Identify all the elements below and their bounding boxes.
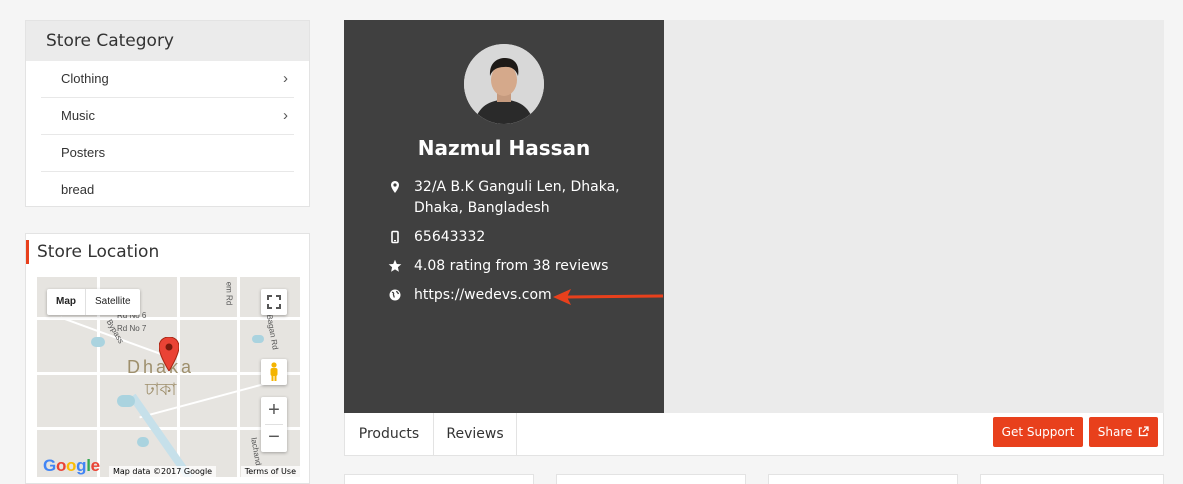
fullscreen-button[interactable] [261, 289, 287, 315]
street-label: em Rd [224, 281, 234, 306]
phone-number: 65643332 [414, 229, 486, 245]
product-card[interactable] [344, 474, 534, 484]
map-pin-icon [391, 181, 399, 193]
zoom-in-button[interactable]: + [268, 397, 280, 424]
address-line-2: Dhaka, Bangladesh [414, 200, 550, 216]
map-type-map-button[interactable]: Map [47, 289, 85, 315]
star-icon [388, 259, 402, 272]
category-item-bread[interactable]: bread [41, 172, 294, 209]
terms-of-use-link[interactable]: Terms of Use [240, 466, 300, 477]
city-label-local: ঢাকা [145, 380, 177, 399]
avatar [464, 44, 544, 124]
store-location-widget: Store Location Rd No 6 Rd No 7 Bypass em… [25, 233, 310, 484]
get-support-button[interactable]: Get Support [993, 417, 1083, 447]
product-card[interactable] [556, 474, 746, 484]
category-item-clothing[interactable]: Clothing › [41, 61, 294, 98]
fullscreen-icon [267, 295, 281, 309]
store-category-widget: Store Category Clothing › Music › Poster… [25, 20, 310, 207]
arrow-left-icon [553, 289, 664, 305]
zoom-control: + − [261, 397, 287, 452]
mobile-phone-icon [391, 230, 399, 244]
avatar-image [464, 44, 544, 124]
store-profile-banner: Nazmul Hassan 32/A B.K Ganguli Len, Dhak… [344, 20, 1164, 413]
share-label: Share [1097, 425, 1133, 439]
address-line-1: 32/A B.K Ganguli Len, Dhaka, [414, 179, 620, 195]
profile-info-panel: Nazmul Hassan 32/A B.K Ganguli Len, Dhak… [344, 20, 664, 413]
category-list: Clothing › Music › Posters bread [26, 61, 309, 209]
street-label: Rd No 7 [117, 324, 147, 333]
store-category-title: Store Category [26, 21, 309, 61]
tab-reviews[interactable]: Reviews [434, 413, 517, 455]
zoom-out-button[interactable]: − [268, 425, 280, 452]
product-card[interactable] [980, 474, 1164, 484]
category-item-music[interactable]: Music › [41, 98, 294, 135]
rating-text: 4.08 rating from 38 reviews [414, 258, 609, 274]
pegman-icon [270, 362, 278, 381]
street-view-button[interactable] [261, 359, 287, 385]
map-data-attribution: Map data ©2017 Google [109, 466, 217, 477]
category-label: Music [61, 108, 95, 123]
store-location-title: Store Location [26, 240, 309, 264]
store-tabs-bar: Products Reviews Get Support Share [344, 413, 1164, 456]
share-button[interactable]: Share [1089, 417, 1158, 447]
globe-icon [389, 289, 401, 301]
category-label: Clothing [61, 71, 109, 86]
map-type-satellite-button[interactable]: Satellite [86, 289, 140, 315]
tab-products[interactable]: Products [345, 413, 434, 455]
category-label: Posters [61, 145, 106, 160]
map-type-control: Map Satellite [47, 289, 140, 315]
chevron-right-icon[interactable]: › [283, 98, 288, 134]
category-label: bread [61, 182, 95, 197]
google-logo[interactable]: Google [43, 456, 100, 476]
store-name: Nazmul Hassan [417, 136, 591, 160]
map-marker-icon[interactable] [159, 337, 179, 371]
category-item-posters[interactable]: Posters [41, 135, 294, 172]
store-map[interactable]: Rd No 6 Rd No 7 Bypass em Rd Lichu Bagan… [37, 277, 300, 477]
chevron-right-icon[interactable]: › [283, 61, 288, 97]
website-link[interactable]: https://wedevs.com [414, 285, 552, 306]
product-card[interactable] [768, 474, 958, 484]
external-link-icon [1139, 426, 1149, 437]
